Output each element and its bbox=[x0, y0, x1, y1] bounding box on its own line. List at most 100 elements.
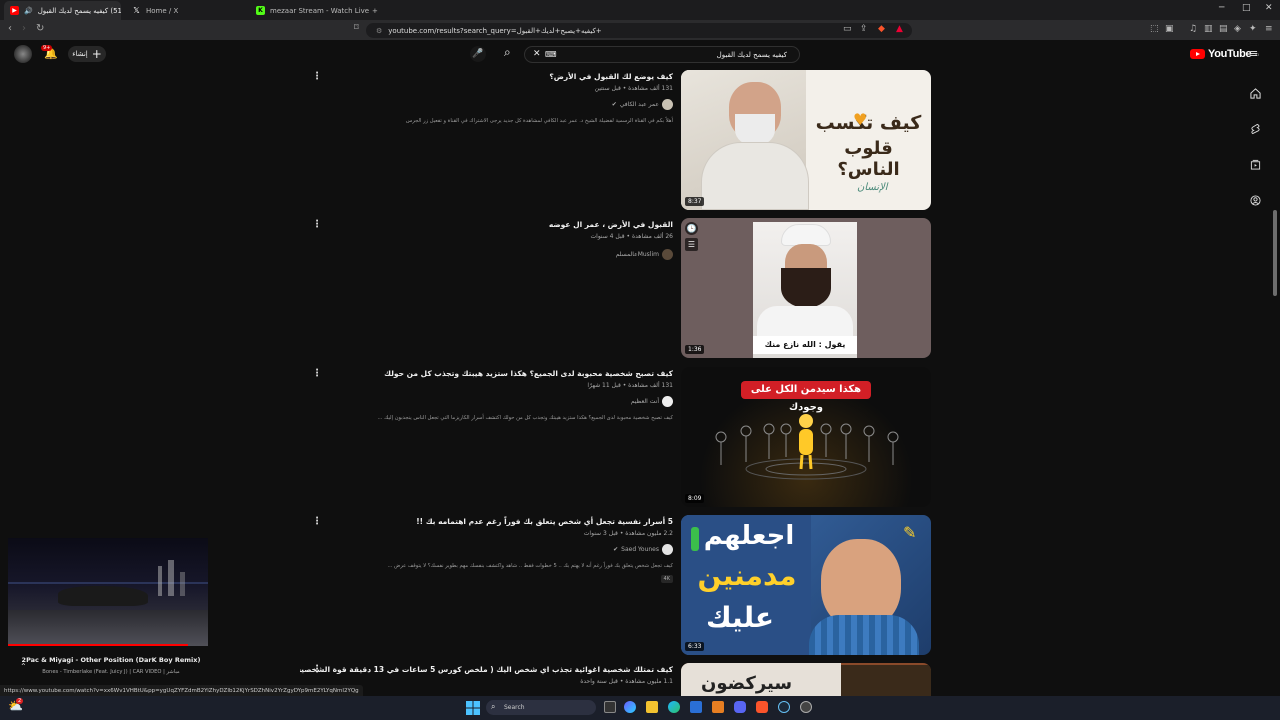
miniplayer[interactable]: ⌃ 2Pac & Miyagi - Other Position (DarK B… bbox=[8, 538, 208, 680]
file-explorer-icon[interactable] bbox=[646, 701, 658, 713]
channel-avatar[interactable] bbox=[662, 544, 673, 555]
more-actions-icon[interactable]: ⋮ bbox=[312, 219, 322, 230]
plus-icon: + bbox=[91, 47, 102, 61]
video-result[interactable]: ⋮ كيف يوضع لك القبول في الأرض؟ 131 ألف م… bbox=[300, 70, 940, 212]
store-icon[interactable] bbox=[690, 701, 702, 713]
heart-icon: ♥ bbox=[853, 110, 868, 129]
search-input[interactable]: ✕ ⌨ كيفيه يسمح لديك القبول bbox=[524, 46, 800, 63]
video-thumbnail[interactable]: كيف تكسب ♥ قلوب الناس؟ الإنسان 8:37 bbox=[681, 70, 931, 210]
channel-avatar[interactable] bbox=[662, 99, 673, 110]
brave-rewards-icon[interactable]: ▲ bbox=[896, 24, 903, 34]
reload-icon[interactable]: ↻ bbox=[36, 23, 44, 34]
video-result[interactable]: ⋮ 5 أسرار نفسية تجعل أي شخص يتعلق بك فور… bbox=[300, 515, 940, 657]
kick-favicon-icon: K bbox=[256, 6, 265, 15]
account-avatar[interactable] bbox=[14, 45, 32, 63]
tab-youtube[interactable]: ▶ 🔊 (516) كيفيه يسمح لديك القبول ✕ bbox=[4, 1, 121, 20]
subscriptions-icon[interactable] bbox=[1248, 157, 1262, 171]
leo-icon[interactable]: ✦ bbox=[1249, 24, 1257, 34]
channel-avatar[interactable] bbox=[662, 396, 673, 407]
video-thumbnail[interactable]: اجعلهم مدمنين عليك ✎ 6:33 bbox=[681, 515, 931, 655]
start-button-icon[interactable] bbox=[466, 700, 480, 715]
bottle-icon bbox=[691, 527, 699, 551]
video-thumbnail[interactable]: يقول : الله نازع منك القبول! 🕒 ☰ 1:36 bbox=[681, 218, 931, 358]
video-title[interactable]: 5 أسرار نفسية تجعل أي شخص يتعلق بك فوراً… bbox=[416, 517, 673, 526]
tab-x-home[interactable]: 𝕏 Home / X bbox=[126, 1, 244, 20]
channel-name[interactable]: Muslimعالمسلم bbox=[616, 251, 659, 258]
video-title[interactable]: كيف يوضع لك القبول في الأرض؟ bbox=[549, 72, 673, 81]
you-icon[interactable] bbox=[1248, 193, 1262, 207]
bookmark-icon[interactable]: ⌑ bbox=[354, 23, 359, 33]
new-tab-button[interactable]: + bbox=[372, 1, 386, 20]
minimize-button[interactable]: ─ bbox=[1219, 3, 1224, 13]
maximize-button[interactable]: □ bbox=[1242, 3, 1251, 13]
taskbar-search-box[interactable]: ⌕ Search bbox=[486, 700, 596, 715]
search-icon[interactable]: ⌕ bbox=[504, 45, 511, 60]
vpn-icon[interactable]: ◈ bbox=[1234, 24, 1241, 34]
create-button[interactable]: إنشاء + bbox=[68, 46, 106, 62]
video-thumbnail[interactable]: هكذا سيدمن الكل على وجودك 8:09 bbox=[681, 367, 931, 507]
channel-row[interactable]: Muslimعالمسلم bbox=[616, 249, 673, 260]
close-window-button[interactable]: ✕ bbox=[1265, 3, 1273, 13]
thumbnail-text: كيف تكسب bbox=[815, 112, 922, 134]
youtube-play-icon bbox=[1190, 49, 1205, 59]
add-to-queue-icon[interactable]: ☰ bbox=[685, 238, 698, 251]
extension-icon[interactable]: ⬚ bbox=[1150, 24, 1159, 34]
clear-search-icon[interactable]: ✕ bbox=[533, 49, 541, 59]
share-icon[interactable]: ⇪ bbox=[860, 24, 868, 34]
media-icon[interactable]: ♫ bbox=[1189, 24, 1197, 34]
channel-avatar[interactable] bbox=[662, 249, 673, 260]
video-title[interactable]: كيف تصبح شخصية محبوبة لدى الجميع؟ هكذا س… bbox=[384, 369, 673, 378]
channel-row[interactable]: أنت العظيم bbox=[631, 396, 673, 407]
wallet-icon[interactable]: ▤ bbox=[1219, 24, 1228, 34]
app-icon[interactable] bbox=[800, 701, 812, 713]
site-info-icon[interactable]: ⚙ bbox=[376, 27, 382, 35]
video-result[interactable]: ⋮ كيف تمتلك شخصية اغوائية تجذب اي شخص ال… bbox=[300, 663, 940, 697]
menu-icon[interactable]: ≡ bbox=[1265, 24, 1273, 34]
guide-menu-icon[interactable]: ≡ bbox=[1249, 47, 1258, 60]
forward-icon[interactable]: › bbox=[22, 23, 26, 34]
channel-name[interactable]: Saed Younes bbox=[621, 546, 659, 553]
search-icon: ⌕ bbox=[491, 702, 496, 711]
video-result[interactable]: ⋮ القبول في الأرض ، عمر ال عوضه 26 ألف م… bbox=[300, 218, 940, 360]
steam-icon[interactable] bbox=[778, 701, 790, 713]
windows-taskbar: ⛅ 2 ⌕ Search bbox=[0, 696, 1280, 720]
video-thumbnail[interactable]: سيركضون bbox=[681, 663, 931, 697]
more-actions-icon[interactable]: ⋮ bbox=[312, 71, 322, 82]
duration-badge: 8:37 bbox=[685, 197, 705, 206]
channel-row[interactable]: Saed Younes ✔ bbox=[613, 544, 673, 555]
channel-name[interactable]: أنت العظيم bbox=[631, 398, 659, 405]
cast-icon[interactable]: ▭ bbox=[843, 24, 852, 34]
keyboard-icon[interactable]: ⌨ bbox=[545, 50, 557, 59]
brave-shields-icon[interactable]: ◆ bbox=[878, 24, 885, 34]
edge-icon[interactable] bbox=[668, 701, 680, 713]
notification-badge: 9+ bbox=[41, 45, 53, 51]
discord-icon[interactable] bbox=[734, 701, 746, 713]
tab-kick[interactable]: K mezaar Stream - Watch Live on Kick bbox=[250, 1, 370, 20]
extension-icon[interactable]: ▣ bbox=[1165, 24, 1174, 34]
watch-later-icon[interactable]: 🕒 bbox=[685, 222, 698, 235]
taskbar-search-placeholder: Search bbox=[504, 704, 525, 711]
video-title[interactable]: كيف تمتلك شخصية اغوائية تجذب اي شخص اليك… bbox=[300, 665, 673, 674]
brave-icon[interactable] bbox=[756, 701, 768, 713]
shorts-icon[interactable] bbox=[1248, 122, 1262, 136]
task-view-icon[interactable] bbox=[604, 701, 616, 713]
sidebar-toggle-icon[interactable]: ▥ bbox=[1204, 24, 1213, 34]
more-actions-icon[interactable]: ⋮ bbox=[312, 516, 322, 527]
miniplayer-video[interactable] bbox=[8, 538, 208, 646]
audio-icon[interactable]: 🔊 bbox=[24, 7, 33, 15]
more-actions-icon[interactable]: ⋮ bbox=[312, 368, 322, 379]
page-scrollbar[interactable] bbox=[1273, 210, 1277, 296]
video-title[interactable]: القبول في الأرض ، عمر ال عوضه bbox=[549, 220, 673, 229]
video-result[interactable]: ⋮ كيف تصبح شخصية محبوبة لدى الجميع؟ هكذا… bbox=[300, 367, 940, 509]
channel-name[interactable]: عمر عبد الكافي bbox=[620, 101, 659, 108]
app-icon[interactable] bbox=[712, 701, 724, 713]
channel-row[interactable]: عمر عبد الكافي ✔ bbox=[612, 99, 673, 110]
miniplayer-title[interactable]: 2Pac & Miyagi - Other Position (DarK Boy… bbox=[16, 656, 206, 664]
address-bar[interactable]: ⚙ youtube.com/results?search_query=كيفيه… bbox=[366, 23, 912, 38]
browser-tab-strip: ▶ 🔊 (516) كيفيه يسمح لديك القبول ✕ 𝕏 Hom… bbox=[0, 0, 1280, 20]
back-icon[interactable]: ‹ bbox=[8, 23, 12, 34]
voice-search-icon[interactable]: 🎤 bbox=[470, 46, 486, 62]
miniplayer-progress[interactable] bbox=[8, 644, 188, 646]
copilot-icon[interactable] bbox=[624, 701, 636, 713]
home-icon[interactable] bbox=[1248, 86, 1262, 100]
